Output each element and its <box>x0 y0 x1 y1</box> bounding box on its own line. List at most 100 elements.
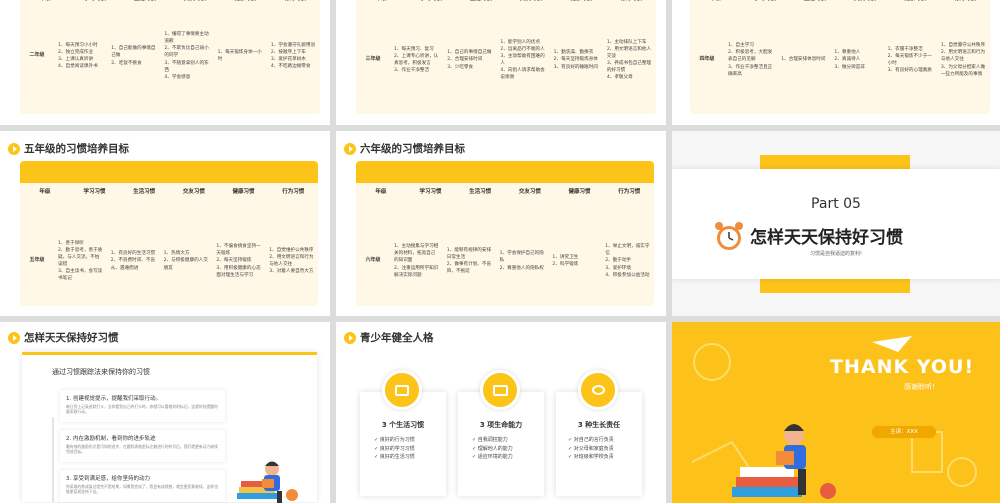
section-subtitle: 习惯是自我逼迫的复利! <box>809 251 862 257</box>
slide-grade6[interactable]: 六年级的习惯培养目标 年级 学习习惯 生活习惯 交友习惯 健康习惯 行为习惯 六… <box>336 131 666 316</box>
cell-line: 2、每天坚持锻炼身体 <box>553 57 598 63</box>
cell-line: 3、自主读书，会写读书笔记 <box>58 269 103 282</box>
card-list-text: 理解他人的能力 <box>477 445 513 452</box>
slide-personality[interactable]: 青少年健全人格 3 个生活习惯 ✓ 良好的行为习惯 ✓ 良好的学习习惯 ✓ 良好… <box>336 322 666 503</box>
slide-title-text: 六年级的习惯培养目标 <box>360 143 465 155</box>
student-illustration <box>232 455 302 503</box>
cell-line: 3、养成书包自己整理的好习惯 <box>606 61 652 74</box>
part-label: Part 05 <box>811 196 861 212</box>
card-list-item: ✓ 良好的学习习惯 <box>374 445 415 452</box>
cell-line: 1、自己能做的事情自己做 <box>111 46 156 59</box>
card-list-item: ✓ 对自己的言行负责 <box>568 437 614 443</box>
item-desc: 最有效的激励形式是可知的进步。在跟踪表格里标注着进行的符号后，我们就更有动力继续… <box>66 444 218 455</box>
cell-line: 2、真诚待人 <box>834 57 861 63</box>
header-cell: 生活习惯 <box>469 189 492 195</box>
cell-line: 3、爱护花草树木 <box>270 57 306 62</box>
cell-line: 2、勤于动手 <box>605 258 632 264</box>
cell-line: 2、吃饭不挑食 <box>111 60 142 66</box>
header-cell: 健康习惯 <box>220 0 270 2</box>
cell-line: 1、能学别人的优点 <box>500 39 541 45</box>
slide-grade3[interactable]: 年级 学习习惯 生活习惯 交友习惯 健康习惯 行为习惯 三年级 1、每天预习、复… <box>336 0 666 125</box>
cell-line: 3、上课认真听讲 <box>58 57 94 62</box>
header-cell: 学习习惯 <box>406 0 456 2</box>
health-cell: 1、勤洗澡、勤换衣 2、每天坚持锻炼身体 3、有良好的睡眠时间 <box>550 20 603 100</box>
cell-line: 2、用文明语言和行为与他人交往 <box>940 50 986 63</box>
header-cell: 健康习惯 <box>232 189 255 195</box>
cell-line: 2、不浪费时间、不盲从、遇难而进 <box>110 258 156 271</box>
slide-title: 五年级的习惯培养目标 <box>8 141 129 156</box>
cell-line: 2、按顺序上下车 <box>270 49 306 55</box>
cell-line: 2、合理安排时间 <box>447 57 483 63</box>
thank-you-title: THANK YOU! <box>830 356 975 378</box>
top-accent-bar <box>760 155 910 169</box>
header-cell: 健康习惯 <box>556 0 606 2</box>
cell-line: 2、科学锻炼 <box>552 262 579 267</box>
behavior-cell: 1、学会遵守礼貌用语 2、按顺序上下车 3、爱护花草树木 4、不吃路边摊零食 <box>267 26 320 86</box>
cell-line: 2、做事有计划、不盲目、不拖延 <box>446 262 492 275</box>
slide-thank-you[interactable]: THANK YOU! 感谢聆听！ 主讲：XXX <box>672 322 1000 503</box>
header-cell: 交友习惯 <box>518 189 541 195</box>
cell-line: 2、用文明语言和行为与他人交往 <box>269 254 314 267</box>
header-cell: 交友习惯 <box>182 189 205 195</box>
slide-title: 怎样天天保持好习惯 <box>8 330 119 345</box>
card-list-text: 自我调控能力 <box>477 437 508 443</box>
behavior-cell: 1、自觉遵守公共秩序 2、用文明语言和行为与他人交往 3、为父母分担家人做一些力… <box>937 20 990 100</box>
cell-line: 1、每天预习小小时 <box>58 42 98 48</box>
cell-line: 2、上课专心听讲，认真思考，积极发言 <box>394 53 439 66</box>
slide-keep-habits[interactable]: 怎样天天保持好习惯 通过习惯跟踪法来保持你的习惯 1. 创建视觉提示，提醒我们采… <box>0 322 330 503</box>
cell-line: 1、主动搜集与学习相关的材料，拓宽自己的知识面 <box>394 244 439 264</box>
header-cell: 健康习惯 <box>568 189 591 195</box>
grade-cell: 六年级 <box>365 257 381 264</box>
item-title: 2. 内在激励机制，看到你的进步轨迹 <box>66 436 156 442</box>
friend-cell: 1、热情大方 2、与积极健康的人交朋友 <box>160 221 213 301</box>
cell-line: 3、对着人要自然大方 <box>269 269 314 275</box>
cell-line: 2、注重运用所学知识解决实际问题 <box>394 265 439 278</box>
cell-line: 1、主动排队上下车 <box>606 39 647 45</box>
cell-line: 3、主动帮助有困难的人 <box>500 53 545 66</box>
table-row: 二年级 1、每天预习小小时 2、独立完成作业 3、上课认真听讲 4、自觉阅读课外… <box>20 26 320 86</box>
item-desc: 每日到上记录追踪打卡，当你看到自己的打卡时，你就可以看着你的标记，这就时刻提醒你… <box>66 404 218 415</box>
alarm-clock-icon <box>712 219 746 253</box>
slide-grade2[interactable]: 年级 学习习惯 生活习惯 交友习惯 健康习惯 行为习惯 二年级 1、每天预习小小… <box>0 0 330 125</box>
slide-grade4[interactable]: 年级 学习习惯 生活习惯 交友习惯 健康习惯 行为习惯 四年级 1、自主学习 2… <box>672 0 1000 125</box>
table-card: 年级 学习习惯 生活习惯 交友习惯 健康习惯 行为习惯 二年级 1、每天预习小小… <box>20 0 320 114</box>
cell-line: 1、自觉维护公共秩序 <box>269 247 314 253</box>
study-cell: 1、自主学习 2、积极思考，大胆发表自己的见解 3、作业干净整洁且正确率高 <box>724 20 777 100</box>
table-header-strip <box>356 161 654 183</box>
slide-title: 青少年健全人格 <box>344 330 434 345</box>
card-title: 3 项生命能力 <box>479 421 523 429</box>
life-cell: 1、合理安排休息时间 <box>777 20 830 100</box>
header-cell: 生活习惯 <box>120 0 170 2</box>
card-list-item: ✓ 良好的生活习惯 <box>374 454 415 460</box>
cell-line: 1、学会遵守礼貌用语 <box>270 42 316 48</box>
cell-line: 1、自主学习 <box>728 43 754 49</box>
study-cell: 1、每天预习小小时 2、独立完成作业 3、上课认真听讲 4、自觉阅读课外书 <box>54 26 107 86</box>
header-cell: 生活习惯 <box>133 189 156 195</box>
cell-line: 1、自己的事情自己做 <box>447 50 492 56</box>
table-header: 年级 学习习惯 生活习惯 交友习惯 健康习惯 行为习惯 <box>356 187 654 195</box>
life-cell: 1、能够有规律的安排日常生活 2、做事有计划、不盲目、不拖延 <box>443 221 496 301</box>
card-list-text: 对父母和家庭负责 <box>573 445 614 452</box>
cell-line: 1、衣服干净整洁 <box>887 46 923 52</box>
card-list: ✓ 良好的行为习惯 ✓ 良好的学习习惯 ✓ 良好的生活习惯 <box>374 436 415 462</box>
cell-line: 4、积极参加公益活动 <box>605 272 650 278</box>
header-cell: 年级 <box>690 0 740 2</box>
id-card-icon <box>480 370 520 410</box>
friend-cell: 1、学会保护自己的隐私 2、尊重他人的隐私权 <box>496 221 549 301</box>
list-item: 3. 享受到满足感，给你坚持的动力 你采取的养成某过程完不是结果，如果我完成了，… <box>60 470 225 502</box>
cell-line: 1、尊重他人 <box>834 50 861 56</box>
slide-grade5[interactable]: 五年级的习惯培养目标 年级 学习习惯 生活习惯 交友习惯 健康习惯 行为习惯 五… <box>0 131 330 316</box>
cell-line: 1、举止文明，诚实守信 <box>605 244 650 257</box>
chat-icon <box>578 370 618 410</box>
header-cell: 学习习惯 <box>740 0 790 2</box>
header-cell: 行为习惯 <box>940 0 990 2</box>
header-cell: 生活习惯 <box>790 0 840 2</box>
header-cell: 交友习惯 <box>170 0 220 2</box>
table-card: 年级 学习习惯 生活习惯 交友习惯 健康习惯 行为习惯 六年级 1、主动搜集与学… <box>356 161 654 306</box>
play-icon <box>8 331 20 344</box>
card-list-text: 良好的行为习惯 <box>379 437 415 443</box>
life-cell: 1、自己能做的事情自己做 2、吃饭不挑食 <box>107 26 160 86</box>
header-cell: 交友习惯 <box>506 0 556 2</box>
slide-part05[interactable]: Part 05 怎样天天保持好习惯 习惯是自我逼迫的复利! <box>672 131 1000 316</box>
table-row: 五年级 1、善于倾听 2、勤于思考，善于质疑，与人交流，不怕误错 3、自主读书，… <box>20 221 318 301</box>
